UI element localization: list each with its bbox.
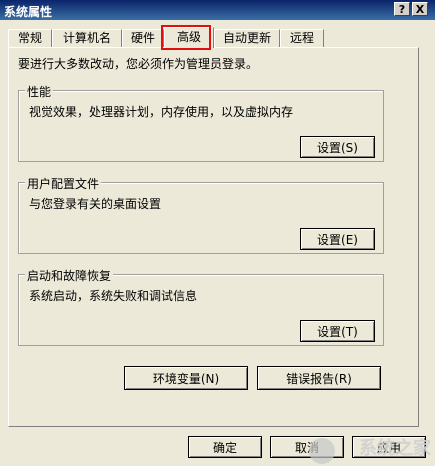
- environment-variables-button[interactable]: 环境变量(N): [124, 366, 248, 390]
- title-bar: 系统属性 ? X: [0, 0, 435, 20]
- user-profiles-title: 用户配置文件: [25, 175, 102, 192]
- tab-general[interactable]: 常规: [8, 29, 52, 47]
- error-reporting-button[interactable]: 错误报告(R): [257, 366, 381, 390]
- user-profiles-settings-button[interactable]: 设置(E): [300, 228, 375, 250]
- startup-recovery-settings-button[interactable]: 设置(T): [300, 320, 375, 342]
- tab-remote[interactable]: 远程: [280, 29, 324, 47]
- close-button[interactable]: X: [412, 2, 428, 16]
- tab-highlight-box: [161, 25, 211, 50]
- startup-recovery-description: 系统启动，系统失败和调试信息: [29, 289, 198, 303]
- performance-settings-button[interactable]: 设置(S): [300, 136, 375, 158]
- user-profiles-description: 与您登录有关的桌面设置: [29, 197, 162, 211]
- tab-strip: 常规 计算机名 硬件 高级 自动更新 远程: [8, 27, 428, 48]
- tab-hardware[interactable]: 硬件: [122, 29, 164, 47]
- tab-automatic-updates[interactable]: 自动更新: [214, 29, 280, 47]
- admin-note: 要进行大多数改动，您必须作为管理员登录。: [18, 57, 259, 71]
- help-button[interactable]: ?: [394, 2, 410, 16]
- performance-title: 性能: [25, 83, 54, 100]
- watermark-text: 系统之家: [359, 438, 431, 459]
- startup-recovery-title: 启动和故障恢复: [25, 267, 114, 284]
- window-title: 系统属性: [4, 5, 53, 19]
- watermark-logo-icon: [309, 438, 335, 464]
- ok-button[interactable]: 确定: [188, 436, 262, 458]
- performance-description: 视觉效果，处理器计划，内存使用，以及虚拟内存: [29, 105, 294, 119]
- tab-computer-name[interactable]: 计算机名: [52, 29, 122, 47]
